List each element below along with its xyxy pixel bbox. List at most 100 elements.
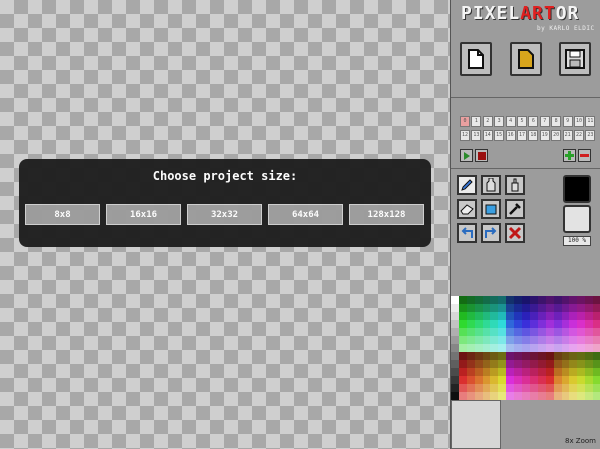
palette-swatch[interactable] — [593, 368, 600, 376]
palette-swatch[interactable] — [474, 376, 483, 384]
palette-swatch[interactable] — [514, 384, 523, 392]
palette-swatch[interactable] — [522, 360, 530, 368]
frame-slot[interactable]: 20 — [551, 130, 562, 141]
palette-swatch[interactable] — [569, 304, 578, 312]
add-frame-button[interactable] — [563, 149, 576, 162]
palette-swatch[interactable] — [451, 376, 459, 384]
palette-swatch[interactable] — [474, 312, 483, 320]
palette-swatch[interactable] — [593, 376, 600, 384]
palette-swatch[interactable] — [577, 352, 586, 360]
frame-slot[interactable]: 5 — [517, 116, 527, 127]
palette-swatch[interactable] — [585, 392, 594, 400]
frame-slot[interactable]: 1 — [471, 116, 482, 127]
palette-swatch[interactable] — [474, 304, 483, 312]
palette-swatch[interactable] — [466, 336, 475, 344]
primary-color-swatch[interactable] — [563, 175, 591, 203]
palette-swatch[interactable] — [458, 328, 467, 336]
frame-slot[interactable]: 23 — [585, 130, 596, 141]
palette-swatch[interactable] — [522, 376, 530, 384]
palette-swatch[interactable] — [498, 344, 507, 352]
palette-swatch[interactable] — [537, 360, 546, 368]
palette-swatch[interactable] — [474, 368, 483, 376]
palette-swatch[interactable] — [466, 320, 475, 328]
palette-swatch[interactable] — [577, 368, 586, 376]
palette-swatch[interactable] — [545, 384, 554, 392]
palette-swatch[interactable] — [529, 336, 538, 344]
frame-slot[interactable]: 6 — [528, 116, 539, 127]
palette-swatch[interactable] — [522, 304, 530, 312]
palette-swatch[interactable] — [537, 296, 546, 304]
palette-swatch[interactable] — [545, 320, 554, 328]
palette-swatch[interactable] — [537, 384, 546, 392]
palette-swatch[interactable] — [482, 344, 491, 352]
fill-bottle-tool[interactable] — [481, 175, 501, 195]
palette-swatch[interactable] — [458, 320, 467, 328]
palette-swatch[interactable] — [529, 368, 538, 376]
palette-swatch[interactable] — [466, 392, 475, 400]
palette-swatch[interactable] — [451, 312, 459, 320]
palette-swatch[interactable] — [522, 312, 530, 320]
palette-swatch[interactable] — [522, 344, 530, 352]
palette-swatch[interactable] — [522, 384, 530, 392]
palette-swatch[interactable] — [553, 344, 562, 352]
palette-swatch[interactable] — [506, 384, 515, 392]
palette-swatch[interactable] — [474, 344, 483, 352]
palette-swatch[interactable] — [593, 312, 600, 320]
palette-swatch[interactable] — [545, 368, 554, 376]
palette-swatch[interactable] — [545, 328, 554, 336]
frame-slot[interactable]: 17 — [517, 130, 527, 141]
palette-swatch[interactable] — [545, 392, 554, 400]
frame-slot[interactable]: 21 — [562, 130, 573, 141]
palette-swatch[interactable] — [585, 376, 594, 384]
palette-swatch[interactable] — [498, 328, 507, 336]
palette-swatch[interactable] — [585, 368, 594, 376]
palette-swatch[interactable] — [482, 336, 491, 344]
palette-swatch[interactable] — [577, 320, 586, 328]
palette-swatch[interactable] — [537, 312, 546, 320]
palette-swatch[interactable] — [466, 352, 475, 360]
frame-slot[interactable]: 16 — [505, 130, 516, 141]
palette-swatch[interactable] — [585, 352, 594, 360]
palette-swatch[interactable] — [569, 296, 578, 304]
new-file-button[interactable] — [460, 42, 492, 76]
palette-swatch[interactable] — [585, 336, 594, 344]
palette-swatch[interactable] — [451, 392, 459, 400]
open-file-button[interactable] — [510, 42, 542, 76]
palette-swatch[interactable] — [482, 376, 491, 384]
palette-swatch[interactable] — [490, 392, 499, 400]
palette-swatch[interactable] — [537, 368, 546, 376]
palette-swatch[interactable] — [561, 312, 570, 320]
palette-swatch[interactable] — [545, 296, 554, 304]
palette-swatch[interactable] — [553, 368, 562, 376]
palette-swatch[interactable] — [514, 368, 523, 376]
palette-swatch[interactable] — [569, 360, 578, 368]
palette-swatch[interactable] — [577, 344, 586, 352]
palette-swatch[interactable] — [553, 352, 562, 360]
frame-slot[interactable]: 15 — [494, 130, 505, 141]
frame-slot[interactable]: 11 — [585, 116, 596, 127]
undo-button[interactable] — [457, 223, 477, 243]
palette-swatch[interactable] — [482, 352, 491, 360]
palette-swatch[interactable] — [537, 328, 546, 336]
palette-swatch[interactable] — [529, 376, 538, 384]
palette-swatch[interactable] — [593, 384, 600, 392]
palette-swatch[interactable] — [529, 392, 538, 400]
frame-slot[interactable]: 3 — [494, 116, 505, 127]
frame-slot[interactable]: 4 — [505, 116, 516, 127]
palette-swatch[interactable] — [577, 296, 586, 304]
palette-swatch[interactable] — [482, 320, 491, 328]
palette-swatch[interactable] — [451, 344, 459, 352]
palette-swatch[interactable] — [458, 392, 467, 400]
palette-swatch[interactable] — [451, 352, 459, 360]
palette-swatch[interactable] — [506, 336, 515, 344]
palette-swatch[interactable] — [569, 368, 578, 376]
palette-swatch[interactable] — [514, 296, 523, 304]
palette-swatch[interactable] — [569, 328, 578, 336]
palette-swatch[interactable] — [593, 360, 600, 368]
palette-swatch[interactable] — [561, 384, 570, 392]
palette-swatch[interactable] — [545, 344, 554, 352]
palette-swatch[interactable] — [506, 328, 515, 336]
palette-swatch[interactable] — [545, 336, 554, 344]
palette-swatch[interactable] — [514, 328, 523, 336]
palette-swatch[interactable] — [585, 328, 594, 336]
